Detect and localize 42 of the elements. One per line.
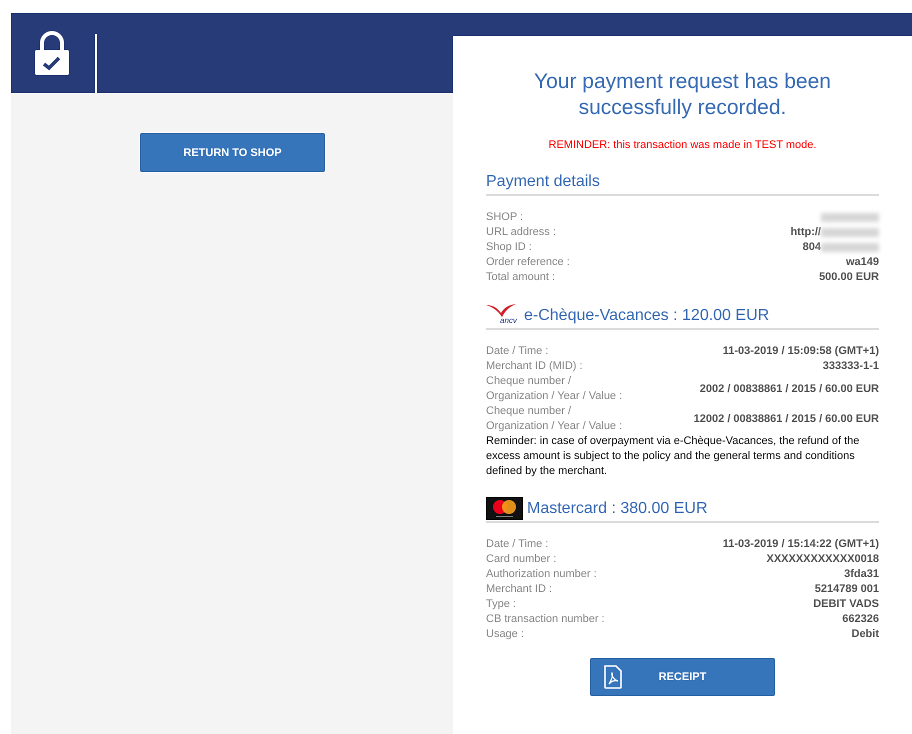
field-value: 662326 bbox=[842, 612, 879, 627]
field-label: Cheque number / Organization / Year / Value : bbox=[486, 404, 624, 434]
field-label: Shop ID : bbox=[486, 240, 532, 255]
test-mode-reminder: REMINDER: this transaction was made in TEST mode. bbox=[548, 139, 818, 151]
confirmation-title: Your payment request has been successfully recorded. bbox=[533, 69, 832, 121]
section-heading: Mastercard : 380.00 EUR bbox=[527, 499, 708, 519]
pdf-file-icon bbox=[603, 665, 623, 689]
field-value: 5214789 001 bbox=[814, 582, 879, 597]
field-value: 804 bbox=[802, 240, 821, 255]
overpayment-note: Reminder: in case of overpayment via e-Chèque-Vacances, the refund of the excess amount is subject to the policy and the general terms and conditions defined by the merchant. bbox=[486, 434, 860, 479]
field-label: Total amount : bbox=[486, 270, 556, 285]
field-value: 12002 / 00838861 / 2015 / 60.00 EUR bbox=[694, 412, 879, 426]
field-label: URL address : bbox=[486, 225, 556, 240]
field-value: Debit bbox=[852, 627, 879, 642]
return-to-shop-button[interactable]: RETURN TO SHOP bbox=[140, 133, 325, 172]
field-label: Type : bbox=[486, 597, 516, 612]
field-value: wa149 bbox=[846, 255, 879, 270]
field-label: Usage : bbox=[486, 627, 524, 642]
field-label: Authorization number : bbox=[486, 567, 597, 582]
field-label: Date / Time : bbox=[486, 344, 548, 359]
field-value: http:// bbox=[790, 225, 821, 240]
field-value: 11-03-2019 / 15:14:22 (GMT+1) bbox=[722, 537, 879, 552]
padlock-check-icon bbox=[34, 29, 70, 75]
field-label: Merchant ID : bbox=[486, 582, 552, 597]
field-value: 2002 / 00838861 / 2015 / 60.00 EUR bbox=[700, 382, 879, 396]
field-label: SHOP : bbox=[486, 210, 524, 225]
field-value: DEBIT VADS bbox=[813, 597, 879, 612]
section-heading: Payment details bbox=[486, 172, 600, 192]
card-logo-icon bbox=[486, 497, 523, 520]
field-label: Cheque number / Organization / Year / Value : bbox=[486, 374, 624, 404]
field-value: 500.00 EUR bbox=[819, 270, 879, 285]
section-heading: e-Chèque-Vacances : 120.00 EUR bbox=[524, 306, 770, 326]
field-value: 3fda31 bbox=[844, 567, 879, 582]
field-label: Merchant ID (MID) : bbox=[486, 359, 583, 374]
field-value: 11-03-2019 / 15:09:58 (GMT+1) bbox=[722, 344, 879, 359]
receipt-button[interactable]: RECEIPT bbox=[590, 658, 775, 696]
field-label: Date / Time : bbox=[486, 537, 548, 552]
field-value: XXXXXXXXXXXX0018 bbox=[766, 552, 879, 567]
field-value: 333333-1-1 bbox=[822, 359, 879, 374]
field-label: CB transaction number : bbox=[486, 612, 605, 627]
field-label: Order reference : bbox=[486, 255, 570, 270]
field-label: Card number : bbox=[486, 552, 556, 567]
